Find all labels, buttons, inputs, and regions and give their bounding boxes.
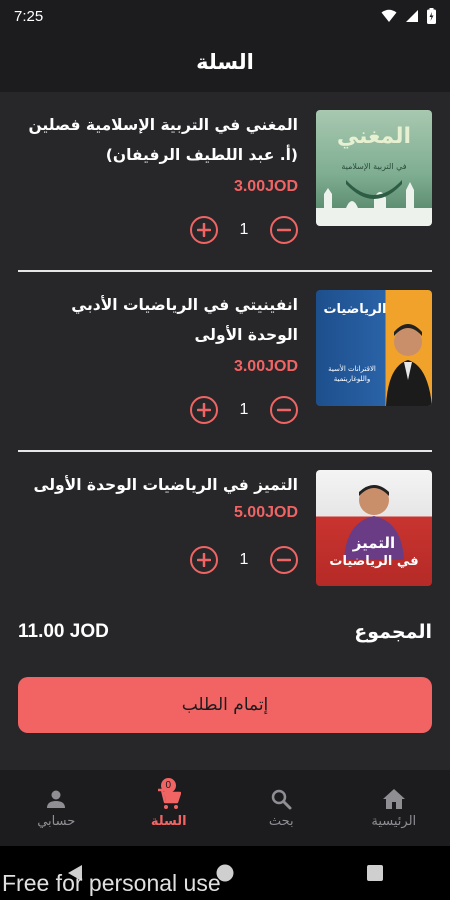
checkout-button[interactable]: إتمام الطلب — [18, 677, 432, 733]
item-title: انفينيتي في الرياضيات الأدبي الوحدة الأو… — [71, 296, 298, 344]
teacher-photo — [386, 324, 432, 406]
nav-home[interactable]: الرئيسية — [344, 770, 444, 846]
home-icon — [382, 788, 405, 809]
app-bar: السلة — [0, 32, 450, 92]
nav-account[interactable]: حسابي — [6, 770, 106, 846]
person-icon — [47, 790, 66, 808]
quantity-stepper: 1 — [190, 396, 298, 424]
search-icon — [272, 789, 292, 809]
plus-icon — [197, 553, 211, 567]
battery-icon — [427, 8, 436, 24]
checkout-label: إتمام الطلب — [181, 695, 269, 715]
item-price: 3.00JOD — [233, 358, 298, 375]
item-price: 5.00JOD — [233, 504, 298, 521]
total-label: المجموع — [354, 621, 432, 643]
decrease-button[interactable] — [270, 546, 298, 574]
increase-button[interactable] — [190, 546, 218, 574]
nav-label: بحث — [268, 813, 294, 829]
thumbnail-title: المغني — [336, 124, 412, 149]
item-thumbnail: التميز في الرياضيات — [316, 470, 432, 586]
thumbnail-subtitle: في الرياضيات — [329, 554, 419, 569]
status-time: 7:25 — [14, 7, 44, 25]
nav-cart[interactable]: 0 السلة — [119, 770, 219, 846]
recents-icon[interactable] — [367, 865, 384, 881]
thumbnail-title: التميز — [352, 534, 396, 552]
increase-button[interactable] — [190, 396, 218, 424]
minus-icon — [277, 408, 291, 412]
quantity-value: 1 — [239, 551, 249, 568]
cart-item: الرياضيات الاقترانات الأسية واللوغاريتمي… — [18, 272, 432, 432]
plus-icon — [197, 223, 211, 237]
page-title: السلة — [196, 50, 254, 74]
status-icons — [381, 8, 436, 24]
total-amount: 11.00 JOD — [18, 621, 109, 642]
quantity-stepper: 1 — [190, 546, 298, 574]
item-title: المغني في التربية الإسلامية فصلين (أ. عب… — [28, 116, 298, 164]
minus-icon — [277, 228, 291, 232]
wifi-icon — [381, 9, 397, 22]
nav-label: السلة — [150, 813, 187, 829]
cart-badge: 0 — [160, 778, 176, 793]
signal-icon — [406, 10, 418, 22]
nav-label: حسابي — [37, 813, 76, 829]
quantity-value: 1 — [239, 401, 249, 418]
decrease-button[interactable] — [270, 396, 298, 424]
plus-icon — [197, 403, 211, 417]
total-row: 11.00 JOD المجموع — [18, 617, 432, 647]
cart-item: المغني في التربية الإسلامية المغني في ال… — [18, 92, 432, 252]
increase-button[interactable] — [190, 216, 218, 244]
quantity-value: 1 — [239, 221, 249, 238]
quantity-stepper: 1 — [190, 216, 298, 244]
item-title: التميز في الرياضيات الوحدة الأولى — [33, 476, 298, 494]
nav-label: الرئيسية — [371, 813, 417, 829]
minus-icon — [277, 558, 291, 562]
nav-search[interactable]: بحث — [231, 770, 331, 846]
item-price: 3.00JOD — [233, 178, 298, 195]
thumbnail-subtitle: في التربية الإسلامية — [341, 162, 407, 171]
watermark: Free for personal use — [2, 870, 221, 896]
app-root: 7:25 السلة المغني في التربية الإسلامية ا… — [0, 0, 450, 900]
cart-item: التميز في الرياضيات التميز في الرياضيات … — [18, 452, 432, 612]
status-bar: 7:25 — [0, 0, 450, 32]
item-thumbnail: الرياضيات الاقترانات الأسية واللوغاريتمي… — [316, 290, 432, 406]
bottom-nav: حسابي 0 السلة بحث الرئيسية — [0, 770, 450, 846]
decrease-button[interactable] — [270, 216, 298, 244]
item-thumbnail: المغني في التربية الإسلامية — [316, 110, 432, 226]
